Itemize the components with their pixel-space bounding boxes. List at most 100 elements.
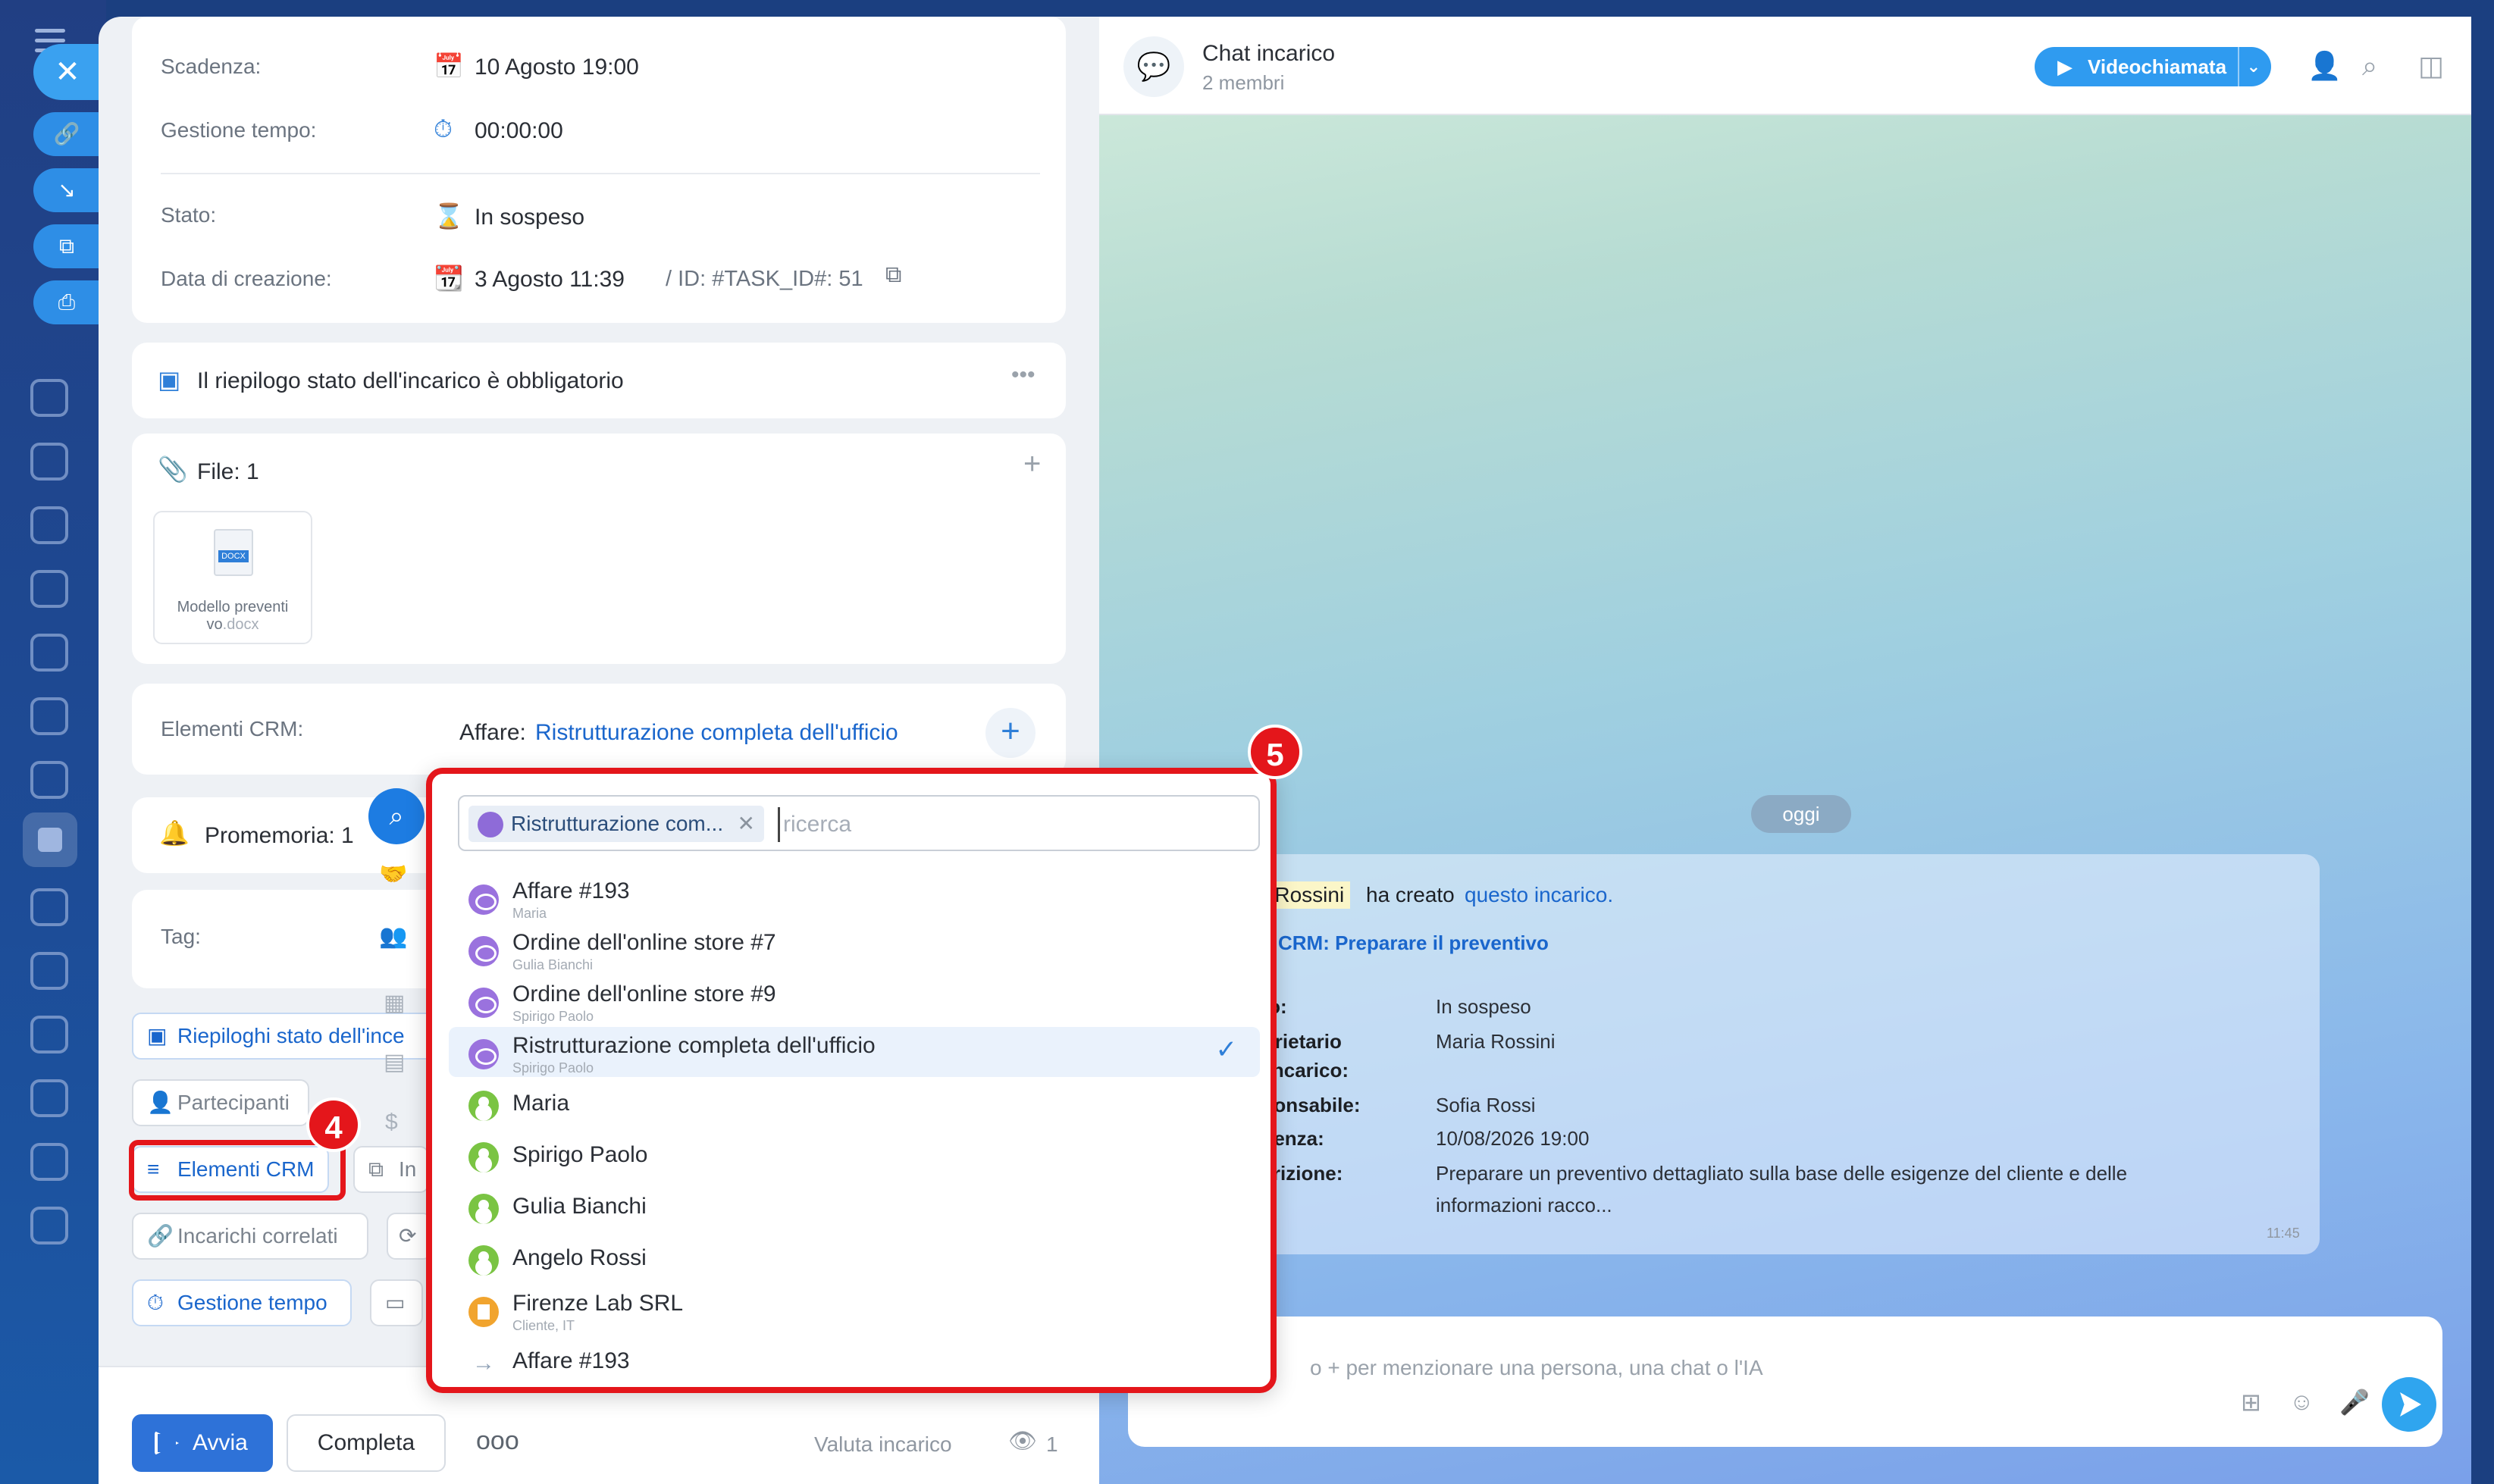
time-tracking-button[interactable]: ⏱ Gestione tempo — [132, 1279, 352, 1326]
item-subtitle: Spirigo Paolo — [512, 1060, 594, 1075]
start-button[interactable]: Avvia — [132, 1414, 273, 1472]
copy-icon[interactable]: ⧉ — [885, 262, 901, 288]
deadline-value[interactable]: 10 Agosto 19:00 — [475, 55, 639, 80]
contact-icon — [468, 1245, 499, 1276]
message-composer[interactable]: o + per menzionare una persona, una chat… — [1128, 1317, 2442, 1447]
list-item-selected[interactable]: Ristrutturazione completa dell'ufficio S… — [449, 1027, 1260, 1077]
open-new-window-icon[interactable]: ⧉ — [33, 224, 100, 268]
repeat-button[interactable]: ⟳ — [387, 1213, 432, 1260]
crm-deal-link[interactable]: Ristrutturazione completa dell'ufficio — [535, 720, 898, 746]
video-call-button[interactable]: ▶ Videochiamata ⌄ — [2035, 47, 2271, 86]
more-icon[interactable]: ••• — [1011, 362, 1036, 388]
list-item[interactable]: Ordine dell'online store #7 Gulia Bianch… — [449, 924, 1260, 974]
list-item[interactable]: Firenze Lab SRL Cliente, IT — [449, 1285, 1260, 1335]
crm-search-input[interactable] — [778, 807, 1248, 842]
contact-icon[interactable]: 👥 — [379, 923, 407, 950]
nav-icon[interactable] — [30, 761, 68, 799]
file-thumbnail[interactable]: DOCX Modello preventi vo.docx — [153, 511, 312, 644]
nav-icon[interactable] — [30, 1143, 68, 1181]
emoji-icon[interactable]: ☺ — [2289, 1388, 2314, 1416]
row-value: informazioni racco... — [1436, 1194, 1612, 1216]
nav-icon[interactable] — [30, 506, 68, 544]
eye-icon: 👁 — [1008, 1429, 1038, 1454]
selected-chip[interactable]: Ristrutturazione com... ✕ — [468, 806, 764, 842]
nav-icon[interactable] — [30, 570, 68, 608]
crm-elements-label: Elementi CRM: — [161, 717, 304, 740]
item-title: Gulia Bianchi — [512, 1194, 647, 1219]
nav-icon[interactable] — [30, 379, 68, 417]
list-item[interactable]: Affare #193 Maria — [449, 872, 1260, 922]
chat-bubble-icon: 💬 — [1123, 36, 1184, 97]
nav-item-tasks-active[interactable] — [23, 812, 77, 867]
link-icon[interactable]: 🔗 — [33, 112, 100, 156]
list-item[interactable]: Gulia Bianchi — [449, 1182, 1260, 1232]
reminder-count[interactable]: Promemoria: 1 — [205, 823, 354, 849]
chevron-down-icon[interactable]: ⌄ — [2237, 47, 2261, 86]
remove-chip-icon[interactable]: ✕ — [738, 806, 755, 842]
rate-task-link[interactable]: Valuta incarico — [814, 1432, 952, 1457]
item-subtitle: Cliente, IT — [512, 1318, 575, 1333]
item-title: Affare #193 — [512, 1348, 630, 1373]
status-summary-card: ▣ Il riepilogo stato dell'incarico è obb… — [132, 343, 1066, 418]
more-actions-icon[interactable]: ooo — [476, 1426, 519, 1456]
task-link[interactable]: questo incarico. — [1465, 883, 1613, 907]
list-item[interactable]: → Affare #193 — [449, 1336, 1260, 1386]
link-icon: 🔗 — [147, 1224, 174, 1248]
collapse-icon[interactable]: ↘ — [33, 168, 100, 212]
nav-icon[interactable] — [30, 634, 68, 672]
crm-search-box[interactable]: Ristrutturazione com... ✕ — [458, 795, 1260, 851]
send-button[interactable] — [2382, 1377, 2436, 1432]
more-options-button[interactable]: ▭ — [370, 1279, 423, 1326]
task-id: / ID: #TASK_ID#: 51 — [666, 267, 863, 291]
composer-placeholder: o + per menzionare una persona, una chat… — [1310, 1356, 1763, 1379]
task-info-card: Scadenza: 📅 10 Agosto 19:00 Gestione tem… — [132, 17, 1066, 323]
nav-icon[interactable] — [30, 1207, 68, 1244]
close-slider-button[interactable]: ✕ — [33, 44, 102, 100]
item-title: Ristrutturazione completa dell'ufficio — [512, 1033, 876, 1058]
complete-button[interactable]: Completa — [287, 1414, 446, 1472]
link-doc-icon: ⧉ — [368, 1157, 384, 1181]
nav-icon[interactable] — [30, 697, 68, 735]
summary-icon: ▣ — [158, 366, 181, 393]
nav-icon[interactable] — [30, 888, 68, 926]
invoice-icon[interactable]: $ — [385, 1110, 398, 1135]
list-item[interactable]: Angelo Rossi — [449, 1233, 1260, 1283]
list-item[interactable]: Ordine dell'online store #9 Spirigo Paol… — [449, 975, 1260, 1025]
apps-icon[interactable]: ⊞ — [2241, 1388, 2261, 1417]
nav-icon[interactable] — [30, 1079, 68, 1117]
item-title: Ordine dell'online store #7 — [512, 930, 776, 955]
related-tasks-button[interactable]: 🔗 Incarichi correlati — [132, 1213, 368, 1260]
step-badge-5: 5 — [1248, 725, 1302, 779]
nav-icon[interactable] — [30, 443, 68, 481]
chat-members[interactable]: 2 membri — [1202, 71, 1284, 95]
quote-icon[interactable]: ▤ — [384, 1049, 405, 1075]
file-name: Modello preventi vo.docx — [177, 599, 289, 633]
status-value: In sospeso — [475, 205, 585, 230]
list-item[interactable]: Spirigo Paolo — [449, 1130, 1260, 1180]
tags-label: Tag: — [161, 925, 201, 948]
company-icon[interactable]: ▦ — [384, 990, 405, 1016]
divider — [161, 173, 1040, 174]
docx-file-icon: DOCX — [214, 529, 253, 576]
sidebar-panel-icon[interactable]: ◫ — [2418, 50, 2444, 82]
nav-icon[interactable] — [30, 1016, 68, 1054]
created-text: ha creato — [1366, 883, 1455, 906]
add-file-icon[interactable]: + — [1023, 447, 1041, 481]
item-title: Spirigo Paolo — [512, 1142, 648, 1167]
microphone-icon[interactable]: 🎤 — [2339, 1388, 2370, 1417]
add-user-icon[interactable]: 👤 — [2308, 50, 2342, 82]
print-icon[interactable]: ⎙ — [33, 280, 100, 324]
row-value: 10/08/2026 19:00 — [1436, 1127, 1590, 1150]
search-icon[interactable]: ⌕ — [2362, 50, 2377, 83]
search-icon[interactable]: ⌕ — [368, 788, 425, 844]
status-label: Stato: — [161, 203, 217, 227]
add-crm-element-button[interactable]: + — [985, 708, 1036, 758]
in-button[interactable]: ⧉ In — [353, 1146, 429, 1193]
participants-button[interactable]: 👤 Partecipanti — [132, 1079, 309, 1126]
list-item[interactable]: Maria — [449, 1079, 1260, 1129]
item-title: Maria — [512, 1091, 570, 1116]
crm-task-title[interactable]: CRM: Preparare il preventivo — [1278, 931, 1549, 955]
deal-icon[interactable]: 🤝 — [379, 861, 407, 888]
nav-icon[interactable] — [30, 952, 68, 990]
highlight-crm-button — [129, 1140, 346, 1201]
